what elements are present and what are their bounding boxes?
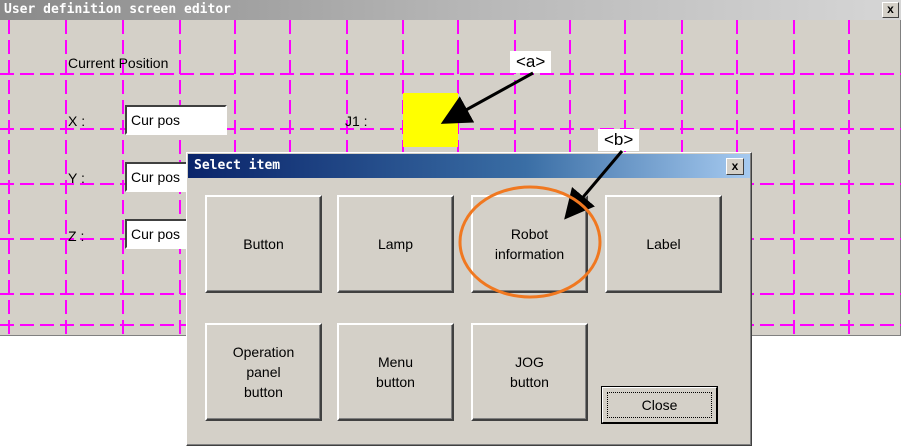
dialog-titlebar[interactable]: Select item x: [188, 154, 750, 178]
editor-title: User definition screen editor: [4, 2, 231, 17]
callout-a-label: <a>: [510, 51, 552, 73]
select-item-dialog: Select item x Button Lamp Robot informat…: [186, 152, 752, 446]
editor-close-button[interactable]: x: [882, 2, 899, 18]
z-label[interactable]: Z :: [68, 228, 84, 244]
menu-button-item[interactable]: Menu button: [337, 323, 454, 421]
lamp-item-button[interactable]: Lamp: [337, 195, 454, 293]
button-item-button[interactable]: Button: [205, 195, 322, 293]
robot-information-button[interactable]: Robot information: [471, 195, 588, 293]
dialog-close-icon[interactable]: x: [726, 158, 744, 175]
current-position-label[interactable]: Current Position: [68, 55, 168, 71]
dialog-title: Select item: [194, 158, 281, 173]
editor-titlebar[interactable]: User definition screen editor x: [0, 0, 901, 20]
callout-b-label: <b>: [598, 129, 640, 151]
jog-button-item[interactable]: JOG button: [471, 323, 588, 421]
y-label[interactable]: Y :: [68, 170, 85, 186]
focus-rect: [607, 392, 712, 418]
x-label[interactable]: X :: [68, 113, 85, 129]
label-item-button[interactable]: Label: [605, 195, 722, 293]
x-position-field[interactable]: Cur pos: [125, 105, 227, 135]
close-button[interactable]: Close: [601, 386, 718, 424]
j1-lamp[interactable]: [403, 93, 458, 147]
operation-panel-button[interactable]: Operation panel button: [205, 323, 322, 421]
j1-label[interactable]: J1 :: [345, 113, 368, 129]
